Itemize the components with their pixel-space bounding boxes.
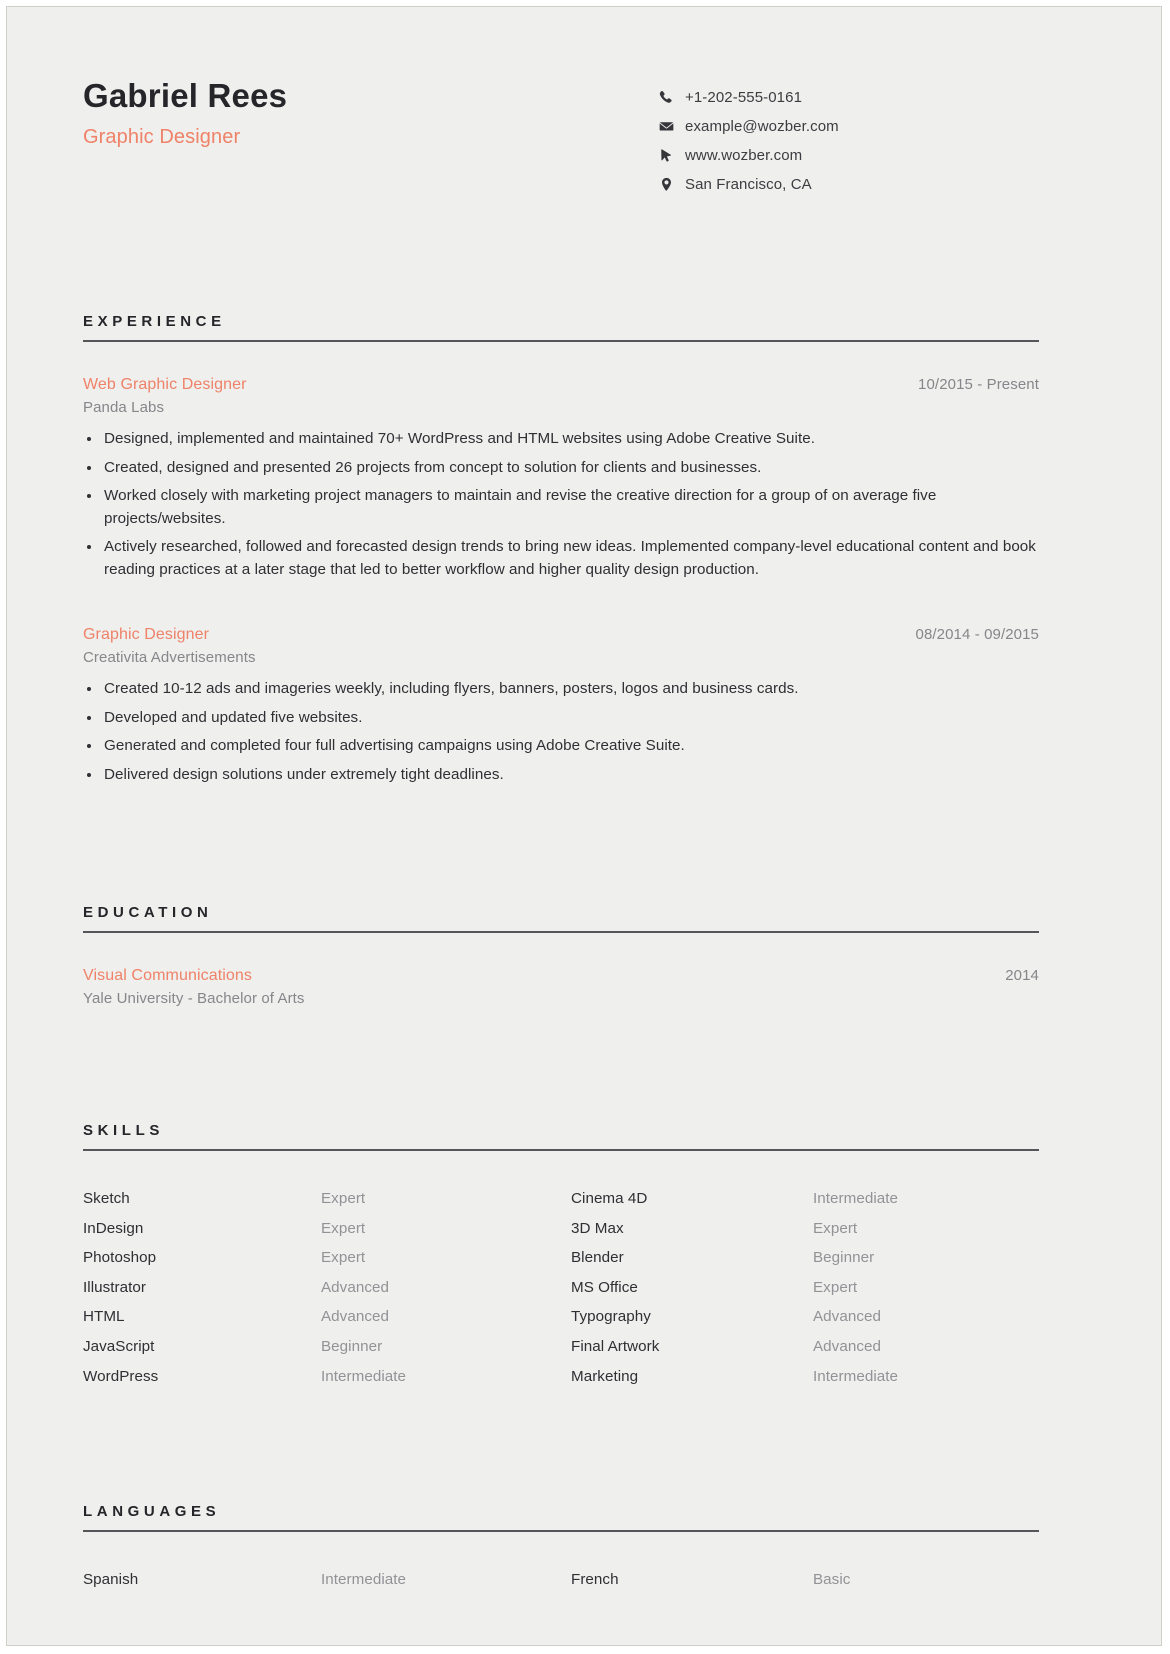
skill-level: Intermediate <box>321 1367 407 1385</box>
experience-entry-header: Graphic Designer 08/2014 - 09/2015 <box>83 626 1039 644</box>
skill-level: Expert <box>321 1249 366 1267</box>
experience-bullet: Actively researched, followed and foreca… <box>83 536 1039 581</box>
skill-name: Final Artwork <box>571 1337 660 1355</box>
experience-bullet: Designed, implemented and maintained 70+… <box>83 428 1039 451</box>
skills-grid: Sketch Expert Cinema 4D Intermediate InD… <box>83 1184 1039 1391</box>
skill-level: Advanced <box>813 1337 881 1355</box>
section-education: EDUCATION Visual Communications 2014 Yal… <box>83 904 1039 1007</box>
contact-list: +1-202-555-0161 example@wozber.com www.w… <box>659 69 1039 199</box>
experience-bullet: Developed and updated five websites. <box>83 707 1039 730</box>
skill-level: Beginner <box>321 1337 383 1355</box>
experience-organization: Panda Labs <box>83 399 165 416</box>
skill-level: Advanced <box>321 1308 389 1326</box>
education-school: Yale University - Bachelor of Arts <box>83 990 305 1007</box>
skill-level: Expert <box>813 1219 858 1237</box>
skill-level: Intermediate <box>813 1367 899 1385</box>
skill-level: Advanced <box>321 1278 389 1296</box>
section-heading-skills: SKILLS <box>83 1122 1039 1151</box>
experience-bullet-list: Created 10-12 ads and imageries weekly, … <box>83 678 1039 786</box>
skill-level: Expert <box>321 1190 366 1207</box>
envelope-icon <box>659 119 685 134</box>
experience-entry-header: Web Graphic Designer 10/2015 - Present <box>83 376 1039 394</box>
experience-organization: Creativita Advertisements <box>83 649 256 666</box>
skill-name: Illustrator <box>83 1278 147 1296</box>
contact-row-website: www.wozber.com <box>659 141 1039 170</box>
education-date: 2014 <box>1005 967 1039 984</box>
skill-name: InDesign <box>83 1219 144 1237</box>
experience-bullet-list: Designed, implemented and maintained 70+… <box>83 428 1039 581</box>
skill-name: Cinema 4D <box>571 1190 648 1207</box>
skill-level: Expert <box>321 1219 366 1237</box>
experience-role: Web Graphic Designer <box>83 376 247 393</box>
skill-name: Typography <box>571 1308 651 1326</box>
resume-header: Gabriel Rees Graphic Designer +1-202-555… <box>83 69 1039 219</box>
language-level: Basic <box>813 1571 851 1589</box>
experience-bullet: Created 10-12 ads and imageries weekly, … <box>83 678 1039 701</box>
experience-bullet: Generated and completed four full advert… <box>83 735 1039 758</box>
contact-row-location: San Francisco, CA <box>659 170 1039 199</box>
languages-grid: Spanish Intermediate French Basic <box>83 1565 1039 1595</box>
experience-date: 10/2015 - Present <box>918 376 1039 393</box>
education-entry: Visual Communications 2014 Yale Universi… <box>83 967 1039 1007</box>
skill-level: Expert <box>813 1278 858 1296</box>
resume-page: Gabriel Rees Graphic Designer +1-202-555… <box>6 6 1162 1646</box>
cursor-icon <box>659 148 685 163</box>
section-skills: SKILLS Sketch Expert Cinema 4D Intermedi… <box>83 1122 1039 1391</box>
contact-value-phone: +1-202-555-0161 <box>685 89 803 106</box>
skill-name: Photoshop <box>83 1249 157 1267</box>
education-entry-header: Visual Communications 2014 <box>83 967 1039 985</box>
skill-name: 3D Max <box>571 1219 624 1237</box>
skill-level: Advanced <box>813 1308 881 1326</box>
skill-name: Marketing <box>571 1367 639 1385</box>
skill-level: Beginner <box>813 1249 875 1267</box>
location-pin-icon <box>659 177 685 192</box>
skill-name: HTML <box>83 1308 125 1326</box>
contact-value-email: example@wozber.com <box>685 118 839 135</box>
language-name: French <box>571 1571 619 1589</box>
skill-name: MS Office <box>571 1278 638 1296</box>
candidate-job-title: Graphic Designer <box>83 125 241 148</box>
phone-icon <box>659 90 685 105</box>
experience-bullet: Worked closely with marketing project ma… <box>83 485 1039 530</box>
contact-row-phone: +1-202-555-0161 <box>659 83 1039 112</box>
experience-bullet: Delivered design solutions under extreme… <box>83 764 1039 787</box>
experience-role: Graphic Designer <box>83 626 210 643</box>
skill-level: Intermediate <box>813 1190 899 1207</box>
contact-value-website: www.wozber.com <box>685 147 803 164</box>
skill-name: WordPress <box>83 1367 159 1385</box>
experience-entry: Web Graphic Designer 10/2015 - Present P… <box>83 376 1039 581</box>
section-experience: EXPERIENCE Web Graphic Designer 10/2015 … <box>83 313 1039 786</box>
experience-entry: Graphic Designer 08/2014 - 09/2015 Creat… <box>83 626 1039 786</box>
language-level: Intermediate <box>321 1571 407 1589</box>
skill-name: Sketch <box>83 1190 130 1207</box>
section-heading-languages: LANGUAGES <box>83 1503 1039 1533</box>
skill-name: Blender <box>571 1249 624 1267</box>
contact-row-email: example@wozber.com <box>659 112 1039 141</box>
identity-block: Gabriel Rees Graphic Designer <box>83 69 287 149</box>
contact-value-location: San Francisco, CA <box>685 176 812 193</box>
skill-name: JavaScript <box>83 1337 155 1355</box>
experience-bullet: Created, designed and presented 26 proje… <box>83 457 1039 480</box>
experience-date: 08/2014 - 09/2015 <box>915 626 1039 643</box>
language-name: Spanish <box>83 1571 139 1589</box>
candidate-name: Gabriel Rees <box>83 77 288 114</box>
education-degree: Visual Communications <box>83 967 252 984</box>
section-heading-education: EDUCATION <box>83 904 1039 933</box>
section-languages: LANGUAGES Spanish Intermediate French Ba… <box>83 1503 1039 1595</box>
section-heading-experience: EXPERIENCE <box>83 313 1039 342</box>
